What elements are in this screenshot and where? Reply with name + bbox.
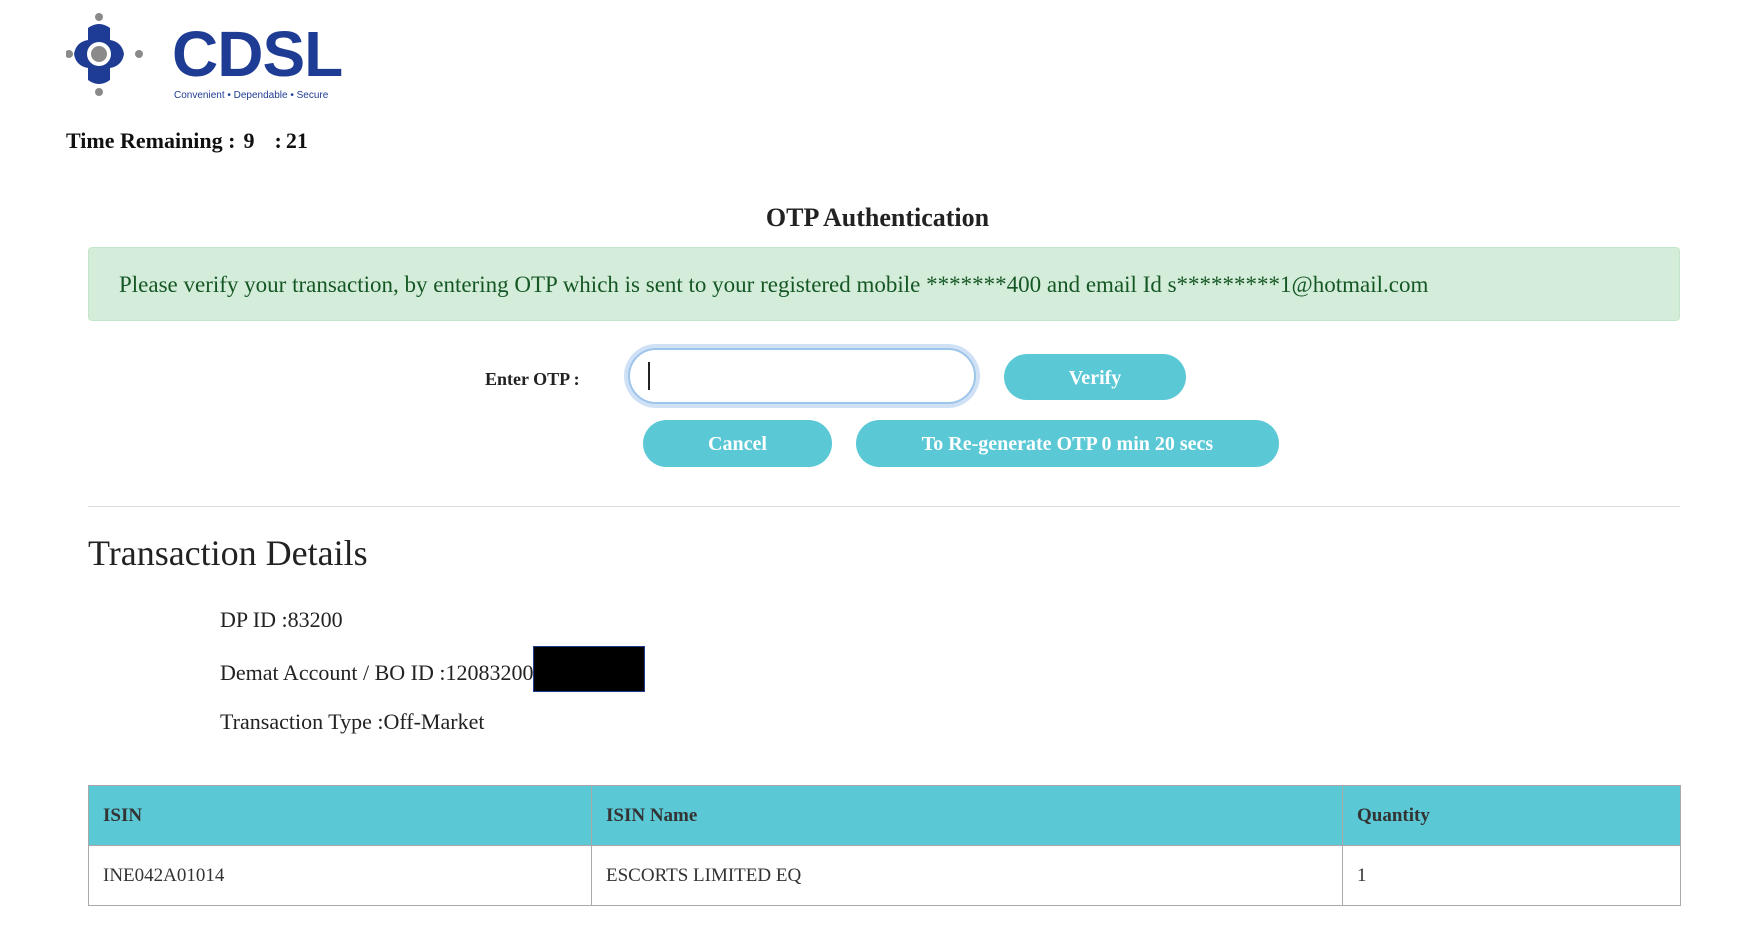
page: CDSL Convenient • Dependable • Secure Ti…: [0, 0, 1755, 942]
redacted-block: [533, 646, 646, 692]
cell-isin-name: ESCORTS LIMITED EQ: [591, 845, 1343, 906]
timer-seconds: 21: [285, 128, 308, 153]
otp-title: OTP Authentication: [765, 203, 990, 232]
otp-input[interactable]: [628, 348, 976, 404]
transaction-type: Transaction Type :Off-Market: [220, 709, 485, 734]
table-header-row: ISIN ISIN Name Quantity: [88, 785, 1681, 846]
otp-input-label: Enter OTP :: [485, 369, 580, 389]
text-caret: [648, 362, 650, 390]
timer-minutes: 9: [243, 128, 255, 153]
bo-id-row: Demat Account / BO ID :12083200: [220, 646, 646, 692]
cdsl-logo-mark-icon: [66, 13, 143, 96]
cell-quantity: 1: [1342, 845, 1681, 906]
dp-id: DP ID :83200: [220, 607, 343, 632]
header-isin: ISIN: [88, 785, 592, 846]
cancel-button[interactable]: Cancel: [643, 420, 832, 467]
timer-separator: :: [274, 128, 282, 153]
logo-wordmark: CDSL: [172, 18, 343, 90]
cdsl-logo: CDSL Convenient • Dependable • Secure: [66, 12, 366, 107]
bo-id: Demat Account / BO ID :12083200: [220, 660, 534, 686]
transaction-table: ISIN ISIN Name Quantity INE042A01014 ESC…: [88, 785, 1681, 906]
transaction-details-title: Transaction Details: [88, 533, 368, 573]
verify-button[interactable]: Verify: [1004, 354, 1186, 400]
table-row: INE042A01014 ESCORTS LIMITED EQ 1: [88, 845, 1681, 906]
section-divider: [88, 506, 1680, 507]
otp-info-alert: Please verify your transaction, by enter…: [88, 247, 1680, 321]
timer-label: Time Remaining :: [66, 128, 236, 153]
header-isin-name: ISIN Name: [591, 785, 1343, 846]
regenerate-otp-button[interactable]: To Re-generate OTP 0 min 20 secs: [856, 420, 1279, 467]
logo-tagline: Convenient • Dependable • Secure: [174, 90, 329, 101]
header-quantity: Quantity: [1342, 785, 1681, 846]
cell-isin: INE042A01014: [88, 845, 592, 906]
time-remaining: Time Remaining : 9:21: [66, 128, 308, 154]
